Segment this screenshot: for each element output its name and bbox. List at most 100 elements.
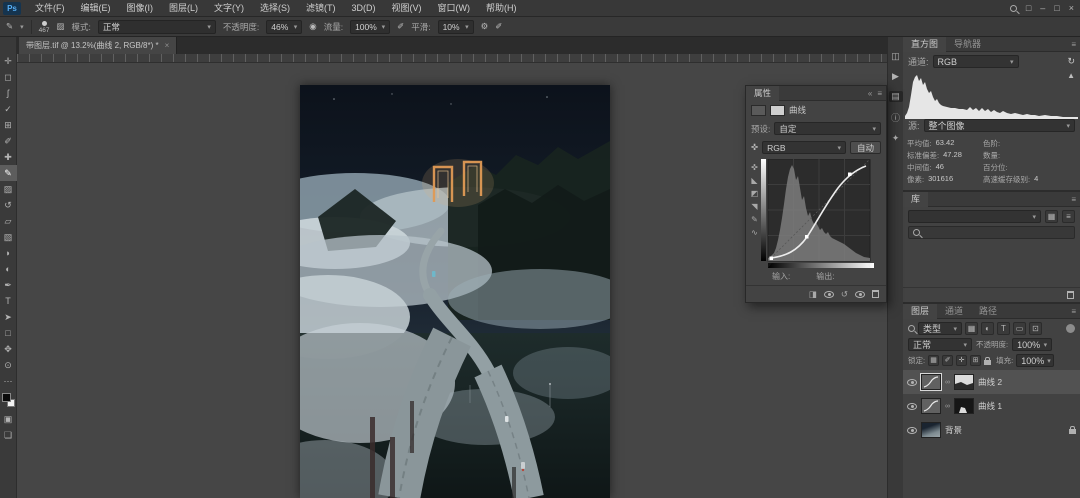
- layer-row-background[interactable]: 背景: [903, 418, 1080, 442]
- filter-type-layers-icon[interactable]: T: [997, 322, 1010, 335]
- collapse-panels-icon[interactable]: ◫: [891, 51, 900, 62]
- pressure-opacity-icon[interactable]: ◉: [309, 21, 316, 32]
- cached-data-warning-icon[interactable]: ▲: [1067, 71, 1075, 80]
- gray-point-eyedropper-icon[interactable]: ◩: [751, 189, 759, 198]
- layer-opacity-select[interactable]: 100% ▾: [1012, 338, 1052, 351]
- layer-visibility-icon[interactable]: [907, 379, 917, 386]
- tab-navigator[interactable]: 导航器: [946, 37, 989, 52]
- curve-pencil-icon[interactable]: ✎: [751, 215, 758, 224]
- brush-tool-caret-icon[interactable]: ▾: [20, 23, 24, 31]
- panel-menu-icon[interactable]: ≡: [1071, 307, 1076, 316]
- menu-item-filter[interactable]: 滤镜(T): [298, 0, 344, 17]
- filter-toggle-icon[interactable]: [1066, 324, 1075, 333]
- histogram-channel-select[interactable]: RGB ▾: [933, 55, 1019, 68]
- black-point-eyedropper-icon[interactable]: ◣: [751, 176, 757, 185]
- flow-select[interactable]: 100% ▾: [350, 20, 390, 34]
- menu-item-layer[interactable]: 图层(L): [161, 0, 206, 17]
- tool-move[interactable]: ✛: [0, 53, 17, 69]
- tool-history-brush[interactable]: ↺: [0, 197, 17, 213]
- panel-menu-icon[interactable]: ≡: [1071, 40, 1076, 49]
- tab-libraries[interactable]: 库: [903, 192, 928, 207]
- toggle-brush-panel-icon[interactable]: ▨: [57, 21, 65, 32]
- curve-hand-icon[interactable]: ✜: [751, 163, 758, 172]
- learn-panel-icon[interactable]: ✦: [892, 133, 900, 144]
- curve-smooth-icon[interactable]: ∿: [751, 228, 758, 237]
- filter-pixel-layers-icon[interactable]: ▦: [965, 322, 978, 335]
- list-view-icon[interactable]: ≡: [1062, 210, 1075, 223]
- menu-item-file[interactable]: 文件(F): [27, 0, 73, 17]
- collapse-panel-icon[interactable]: «: [868, 89, 872, 98]
- pressure-size-icon[interactable]: ✐: [495, 21, 502, 32]
- layer-blend-mode-select[interactable]: 正常 ▾: [908, 338, 972, 351]
- tool-more[interactable]: ⋯: [0, 373, 17, 389]
- layer-name[interactable]: 背景: [945, 424, 962, 436]
- search-icon[interactable]: [1010, 5, 1017, 12]
- filter-smart-objects-icon[interactable]: ⊡: [1029, 322, 1042, 335]
- menu-item-type[interactable]: 文字(Y): [206, 0, 252, 17]
- smoothing-select[interactable]: 10% ▾: [438, 20, 474, 34]
- layer-name[interactable]: 曲线 2: [978, 376, 1002, 388]
- preset-select[interactable]: 自定 ▾: [774, 122, 881, 135]
- layer-row-curves-1[interactable]: ∞ 曲线 1: [903, 394, 1080, 418]
- tab-histogram[interactable]: 直方图: [903, 37, 946, 52]
- tab-properties[interactable]: 属性: [746, 86, 779, 101]
- opacity-select[interactable]: 46% ▾: [266, 20, 302, 34]
- histogram-source-select[interactable]: 整个图像 ▾: [924, 119, 1075, 132]
- color-panel-icon[interactable]: ▤: [889, 91, 903, 102]
- tab-paths[interactable]: 路径: [971, 304, 1005, 319]
- info-panel-icon[interactable]: ⓘ: [891, 111, 900, 124]
- tool-clone-stamp[interactable]: ▨: [0, 181, 17, 197]
- close-button[interactable]: ×: [1069, 3, 1074, 13]
- lock-artboard-icon[interactable]: ⊞: [970, 355, 981, 366]
- lock-position-icon[interactable]: ✛: [956, 355, 967, 366]
- foreground-color-swatch[interactable]: [2, 393, 11, 402]
- tool-blur[interactable]: ◗: [0, 245, 17, 261]
- tool-lasso[interactable]: ʃ: [0, 85, 17, 101]
- smoothing-gear-icon[interactable]: ⚙: [481, 21, 489, 32]
- menu-item-window[interactable]: 窗口(W): [430, 0, 479, 17]
- auto-button[interactable]: 自动: [850, 141, 881, 154]
- reset-icon[interactable]: ↺: [841, 289, 848, 300]
- lock-all-icon[interactable]: [984, 360, 991, 365]
- tool-eyedropper[interactable]: ✐: [0, 133, 17, 149]
- menu-item-view[interactable]: 视图(V): [384, 0, 430, 17]
- close-tab-icon[interactable]: ×: [165, 41, 170, 50]
- tool-dodge[interactable]: ◐: [0, 261, 17, 277]
- tool-eraser[interactable]: ▱: [0, 213, 17, 229]
- targeted-adjust-icon[interactable]: ✜: [751, 142, 758, 153]
- filter-shape-layers-icon[interactable]: ▭: [1013, 322, 1026, 335]
- tool-hand[interactable]: ✥: [0, 341, 17, 357]
- layer-fill-select[interactable]: 100% ▾: [1016, 354, 1054, 367]
- tool-rect-marquee[interactable]: ◻: [0, 69, 17, 85]
- airbrush-icon[interactable]: ✐: [397, 21, 404, 32]
- curves-editor[interactable]: [761, 159, 874, 269]
- layer-mask-thumbnail[interactable]: [954, 398, 974, 414]
- delete-library-item-icon[interactable]: [1067, 291, 1074, 299]
- grid-view-icon[interactable]: ▦: [1045, 210, 1058, 223]
- menu-item-3d[interactable]: 3D(D): [344, 0, 384, 17]
- lock-image-icon[interactable]: ✐: [942, 355, 953, 366]
- panel-menu-icon[interactable]: ≡: [1071, 195, 1076, 204]
- tool-brush[interactable]: ✎: [0, 165, 17, 181]
- blend-mode-select[interactable]: 正常 ▾: [98, 20, 216, 34]
- actions-panel-icon[interactable]: ▶: [892, 71, 899, 82]
- tool-type[interactable]: T: [0, 293, 17, 309]
- layer-name[interactable]: 曲线 1: [978, 400, 1002, 412]
- layer-visibility-icon[interactable]: [907, 427, 917, 434]
- tool-spot-healing[interactable]: ✚: [0, 149, 17, 165]
- maximize-button[interactable]: □: [1054, 3, 1059, 13]
- visibility-toggle-icon[interactable]: [855, 291, 865, 298]
- document-canvas-image[interactable]: [300, 85, 610, 498]
- tab-layers[interactable]: 图层: [903, 304, 937, 319]
- layer-row-curves-2[interactable]: ∞ 曲线 2: [903, 370, 1080, 394]
- tool-pen[interactable]: ✒: [0, 277, 17, 293]
- layer-filter-select[interactable]: 类型 ▾: [918, 322, 962, 335]
- tab-channels[interactable]: 通道: [937, 304, 971, 319]
- adjustment-layer-thumbnail[interactable]: [921, 374, 941, 390]
- minimize-button[interactable]: –: [1040, 3, 1045, 13]
- layer-visibility-icon[interactable]: [907, 403, 917, 410]
- previous-state-icon[interactable]: [824, 291, 834, 298]
- document-tab[interactable]: 带图层.tif @ 13.2%(曲线 2, RGB/8*) * ×: [19, 37, 177, 54]
- lock-transparency-icon[interactable]: ▦: [928, 355, 939, 366]
- tool-gradient[interactable]: ▧: [0, 229, 17, 245]
